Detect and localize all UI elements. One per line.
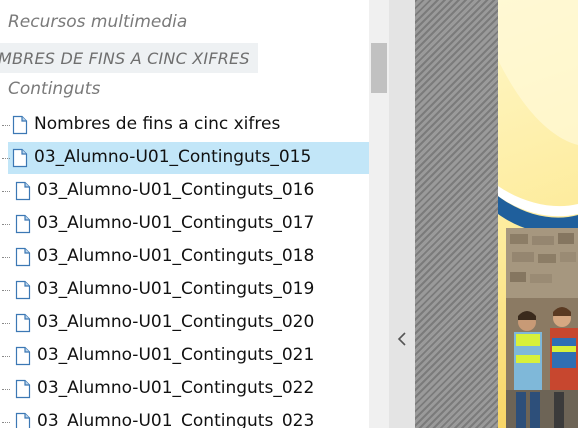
document-icon [15, 181, 31, 201]
tree-item-label: 03_Alumno-U01_Continguts_017 [37, 213, 315, 233]
section-title-resources[interactable]: Recursos multimedia [8, 12, 187, 32]
tree-connector [2, 158, 10, 159]
tree-item-label: 03_Alumno-U01_Continguts_019 [37, 279, 315, 299]
navigation-tree-panel: Recursos multimedia MBRES DE FINS A CINC… [0, 0, 369, 428]
document-icon [15, 214, 31, 234]
tree-item-label: 03_Alumno-U01_Continguts_022 [37, 378, 315, 398]
tree-connector [2, 389, 10, 390]
tree-item[interactable]: 03_Alumno-U01_Continguts_020 [0, 307, 369, 340]
page-preview[interactable] [498, 0, 578, 428]
chevron-left-icon[interactable] [395, 328, 409, 350]
tree-connector [2, 125, 10, 126]
tree-item-label: 03_Alumno-U01_Continguts_015 [34, 147, 312, 167]
tree-connector [2, 422, 10, 423]
section-title-contents[interactable]: Continguts [8, 79, 100, 99]
tree-item[interactable]: 03_Alumno-U01_Continguts_015 [0, 142, 369, 175]
tree-connector [2, 224, 10, 225]
unit-title: MBRES DE FINS A CINC XIFRES [0, 49, 250, 68]
tree-item-label: 03_Alumno-U01_Continguts_021 [37, 345, 315, 365]
tree-connector [2, 257, 10, 258]
page-illustration [498, 0, 578, 428]
document-icon [15, 379, 31, 399]
document-icon [15, 346, 31, 366]
tree-scrollbar[interactable] [369, 0, 389, 428]
panel-collapse-strip[interactable] [389, 0, 415, 428]
tree-scrollbar-thumb[interactable] [371, 43, 387, 93]
tree-connector [2, 290, 10, 291]
tree-item[interactable]: 03_Alumno-U01_Continguts_019 [0, 274, 369, 307]
tree-item[interactable]: 03_Alumno-U01_Continguts_018 [0, 241, 369, 274]
document-icon [15, 247, 31, 267]
tree-connector [2, 356, 10, 357]
tree-item[interactable]: 03_Alumno-U01_Continguts_021 [0, 340, 369, 373]
tree-connector [2, 323, 10, 324]
tree-item[interactable]: 03_Alumno-U01_Continguts_017 [0, 208, 369, 241]
tree-item-label: 03_Alumno-U01_Continguts_018 [37, 246, 315, 266]
tree-item[interactable]: 03_Alumno-U01_Continguts_016 [0, 175, 369, 208]
tree-item-label: 03_Alumno-U01_Continguts_020 [37, 312, 315, 332]
tree-item-label: 03_Alumno-U01_Continguts_023 [37, 411, 315, 428]
document-icon [12, 148, 28, 168]
tree-item-label: 03_Alumno-U01_Continguts_016 [37, 180, 315, 200]
tree-item[interactable]: 03_Alumno-U01_Continguts_023 [0, 406, 369, 428]
tree-item[interactable]: Nombres de fins a cinc xifres [0, 109, 369, 142]
document-icon [15, 412, 31, 428]
document-icon [12, 115, 28, 135]
tree-item[interactable]: 03_Alumno-U01_Continguts_022 [0, 373, 369, 406]
tree-item-label: Nombres de fins a cinc xifres [34, 114, 281, 134]
document-icon [15, 313, 31, 333]
document-icon [15, 280, 31, 300]
tree-connector [2, 191, 10, 192]
unit-title-banner: MBRES DE FINS A CINC XIFRES [0, 43, 258, 73]
